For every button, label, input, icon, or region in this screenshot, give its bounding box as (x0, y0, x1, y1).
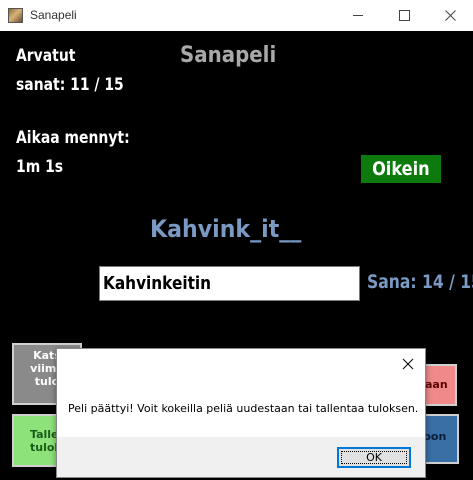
game-title: Sanapeli (180, 43, 277, 68)
dialog-content: Peli päättyi! Voit kokeilla peliä uudest… (57, 349, 425, 437)
title-bar: Sanapeli (0, 0, 473, 31)
answer-input-value: Kahvinkeitin (103, 273, 212, 294)
close-button[interactable] (427, 0, 473, 31)
status-badge: Oikein (361, 155, 441, 183)
answer-input[interactable]: Kahvinkeitin (99, 266, 360, 301)
guessed-value: sanat: 11 / 15 (16, 75, 124, 95)
word-counter: Sana: 14 / 15 (367, 271, 473, 293)
close-icon (444, 10, 456, 21)
guessed-label: Arvatut (16, 46, 76, 66)
maximize-button[interactable] (381, 0, 427, 31)
time-value: 1m 1s (16, 157, 64, 177)
app-icon (8, 8, 23, 23)
time-label: Aikaa mennyt: (16, 128, 130, 148)
minimize-button[interactable] (335, 0, 381, 31)
ok-button[interactable]: OK (337, 447, 411, 468)
status-text: Oikein (372, 158, 430, 180)
game-area: Arvatut sanat: 11 / 15 Sanapeli Aikaa me… (0, 31, 473, 480)
message-dialog: Peli päättyi! Voit kokeilla peliä uudest… (56, 348, 426, 478)
focus-ring (341, 451, 407, 464)
dialog-close-icon[interactable] (401, 357, 415, 371)
quit-label: aan (425, 378, 448, 391)
word-hint: Kahvink_it__ (150, 215, 302, 243)
maximize-icon (398, 10, 410, 21)
window-title: Sanapeli (30, 8, 77, 22)
dialog-message: Peli päättyi! Voit kokeilla peliä uudest… (68, 402, 419, 415)
minimize-icon (353, 15, 363, 16)
